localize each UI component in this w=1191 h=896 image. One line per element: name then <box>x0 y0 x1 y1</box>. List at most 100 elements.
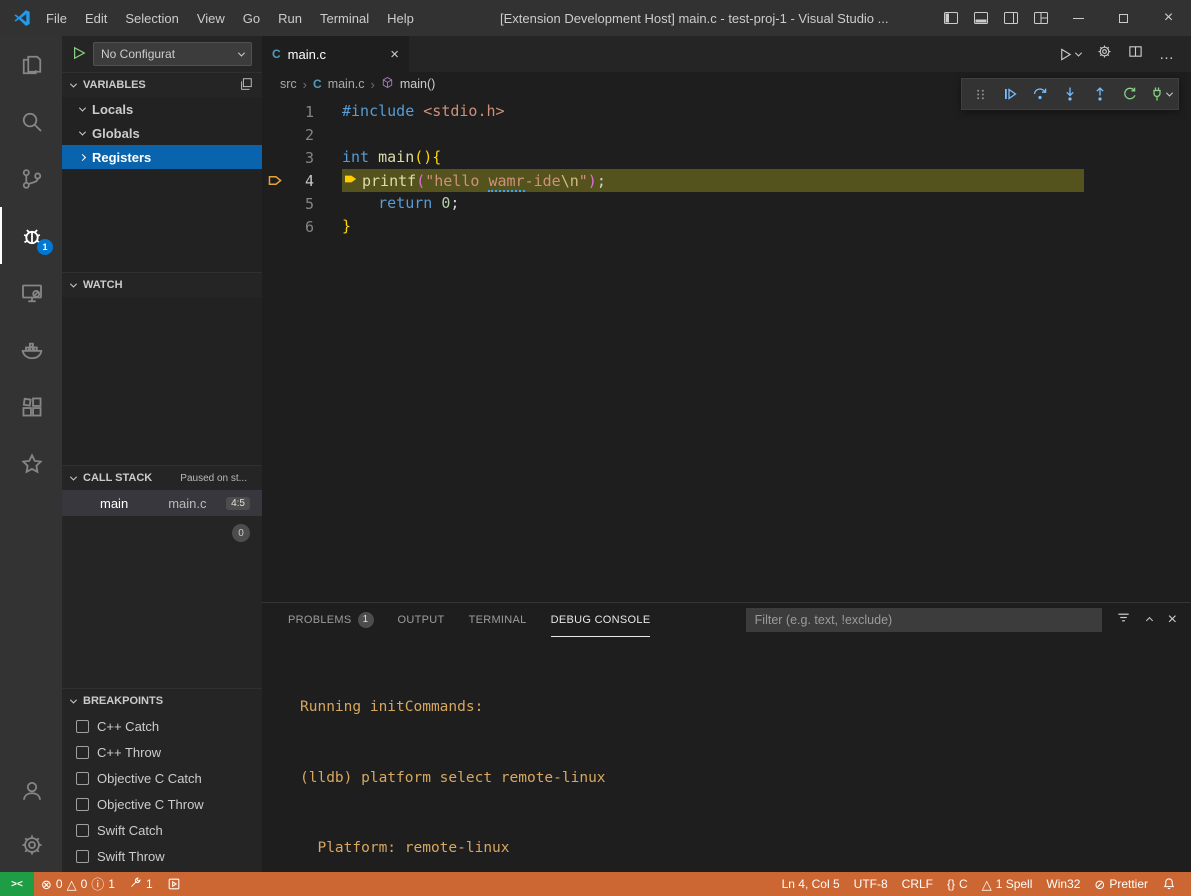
filter-list-icon[interactable] <box>1116 610 1131 630</box>
tools-status[interactable]: 1 <box>122 872 160 896</box>
close-tab-icon[interactable]: × <box>390 46 399 63</box>
breadcrumb-folder[interactable]: src <box>280 77 297 91</box>
debug-status-icon[interactable] <box>160 872 188 896</box>
breadcrumb-separator: › <box>371 77 375 92</box>
accounts-icon[interactable] <box>0 764 62 818</box>
explorer-icon[interactable] <box>0 36 62 93</box>
close-window-button[interactable]: × <box>1146 0 1191 36</box>
toggle-secondary-sidebar-icon[interactable] <box>996 0 1026 36</box>
breakpoint-checkbox[interactable] <box>76 824 89 837</box>
menu-view[interactable]: View <box>188 0 234 36</box>
step-over-icon[interactable] <box>1026 81 1054 107</box>
chevron-down-icon <box>70 473 77 480</box>
watch-header[interactable]: WATCH <box>62 273 262 297</box>
continue-icon[interactable] <box>996 81 1024 107</box>
split-editor-icon[interactable] <box>1128 44 1143 64</box>
menu-file[interactable]: File <box>37 0 76 36</box>
debug-sidebar: No Configurat VARIABLES Locals <box>62 36 262 872</box>
tab-problems[interactable]: PROBLEMS 1 <box>288 603 374 637</box>
breadcrumb-file[interactable]: main.c <box>328 77 365 91</box>
remote-explorer-icon[interactable] <box>0 264 62 321</box>
breakpoint-checkbox[interactable] <box>76 850 89 863</box>
docker-icon[interactable] <box>0 321 62 378</box>
top-stack-frame-arrow-icon <box>344 169 358 192</box>
menu-go[interactable]: Go <box>234 0 269 36</box>
call-stack-header[interactable]: CALL STACK Paused on st... <box>62 466 262 490</box>
restart-icon[interactable] <box>1116 81 1144 107</box>
stack-frame-row[interactable]: main main.c 4:5 <box>62 490 262 516</box>
maximize-button[interactable] <box>1101 0 1146 36</box>
remote-indicator[interactable]: >< <box>0 872 34 896</box>
more-actions-icon[interactable]: … <box>1159 46 1175 63</box>
debug-console-output[interactable]: Running initCommands: (lldb) platform se… <box>262 637 1191 896</box>
debug-sidebar-toolbar: No Configurat <box>62 36 262 72</box>
step-into-icon[interactable] <box>1056 81 1084 107</box>
close-panel-icon[interactable]: × <box>1168 611 1177 629</box>
breakpoint-row[interactable]: C++ Catch <box>62 713 262 739</box>
breakpoint-row[interactable]: Objective C Catch <box>62 765 262 791</box>
c-file-icon: C <box>272 47 281 61</box>
code-line[interactable]: 3 int main(){ <box>262 146 1191 169</box>
customize-layout-icon[interactable] <box>1026 0 1056 36</box>
problems-status[interactable]: ⊗ 0 △ 0 ⓘ 1 <box>34 872 122 896</box>
breakpoint-checkbox[interactable] <box>76 798 89 811</box>
variables-header[interactable]: VARIABLES <box>62 73 262 97</box>
breadcrumb-symbol[interactable]: main() <box>400 77 435 91</box>
menu-edit[interactable]: Edit <box>76 0 116 36</box>
source-control-icon[interactable] <box>0 150 62 207</box>
menu-selection[interactable]: Selection <box>116 0 187 36</box>
launch-configuration-dropdown[interactable]: No Configurat <box>93 42 252 66</box>
console-filter-input[interactable] <box>746 608 1102 632</box>
minimize-button[interactable] <box>1056 0 1101 36</box>
settings-gear-icon[interactable] <box>0 818 62 872</box>
disconnect-icon[interactable] <box>1146 81 1174 107</box>
search-icon[interactable] <box>0 93 62 150</box>
breakpoint-checkbox[interactable] <box>76 772 89 785</box>
debug-badge: 1 <box>37 239 53 255</box>
editor-body[interactable]: src › C main.c › main() 1 #include <stdi… <box>262 72 1191 602</box>
breakpoint-row[interactable]: C++ Throw <box>62 739 262 765</box>
tab-output[interactable]: OUTPUT <box>398 603 445 637</box>
window-title: [Extension Development Host] main.c - te… <box>500 0 888 36</box>
collapse-all-icon[interactable] <box>239 77 253 94</box>
console-line: Running initCommands: <box>300 696 1191 720</box>
chevron-down-icon <box>79 128 86 135</box>
breakpoint-checkbox[interactable] <box>76 720 89 733</box>
current-execution-line[interactable]: 4 printf("hello wamr-ide\n"); <box>262 169 1191 192</box>
start-debugging-button[interactable] <box>72 46 86 63</box>
breakpoints-header[interactable]: BREAKPOINTS <box>62 689 262 713</box>
toggle-panel-icon[interactable] <box>966 0 996 36</box>
variables-locals-row[interactable]: Locals <box>62 97 262 121</box>
breakpoint-row[interactable]: Objective C Throw <box>62 791 262 817</box>
toggle-sidebar-icon[interactable] <box>936 0 966 36</box>
code-line[interactable]: 5 return 0; <box>262 192 1191 215</box>
menu-run[interactable]: Run <box>269 0 311 36</box>
variables-globals-row[interactable]: Globals <box>62 121 262 145</box>
code-editor[interactable]: 1 #include <stdio.h> 2 3 int main(){ <box>262 100 1191 238</box>
chevron-down-icon <box>70 80 77 87</box>
current-instruction-arrow-icon[interactable] <box>262 174 288 187</box>
debug-toolbar <box>961 78 1179 110</box>
breakpoint-row[interactable]: Swift Throw <box>62 843 262 869</box>
chevron-down-icon[interactable] <box>1165 89 1172 96</box>
wamr-ide-star-icon[interactable] <box>0 435 62 492</box>
variables-registers-row[interactable]: Registers <box>62 145 262 169</box>
breakpoint-checkbox[interactable] <box>76 746 89 759</box>
step-out-icon[interactable] <box>1086 81 1114 107</box>
gear-icon[interactable] <box>1097 44 1112 64</box>
symbol-cube-icon <box>381 76 394 92</box>
tab-terminal[interactable]: TERMINAL <box>469 603 527 637</box>
tab-main-c[interactable]: C main.c × <box>262 36 409 72</box>
menu-help[interactable]: Help <box>378 0 423 36</box>
breakpoint-row[interactable]: Swift Catch <box>62 817 262 843</box>
code-line[interactable]: 2 <box>262 123 1191 146</box>
code-line[interactable]: 6 } <box>262 215 1191 238</box>
editor-column: C main.c × … <box>262 36 1191 872</box>
extensions-icon[interactable] <box>0 378 62 435</box>
maximize-panel-icon[interactable] <box>1146 616 1153 623</box>
run-file-icon[interactable] <box>1058 47 1081 62</box>
tab-debug-console[interactable]: DEBUG CONSOLE <box>551 603 651 637</box>
run-and-debug-icon[interactable]: 1 <box>0 207 62 264</box>
menu-terminal[interactable]: Terminal <box>311 0 378 36</box>
toolbar-drag-grip-icon[interactable] <box>966 81 994 107</box>
